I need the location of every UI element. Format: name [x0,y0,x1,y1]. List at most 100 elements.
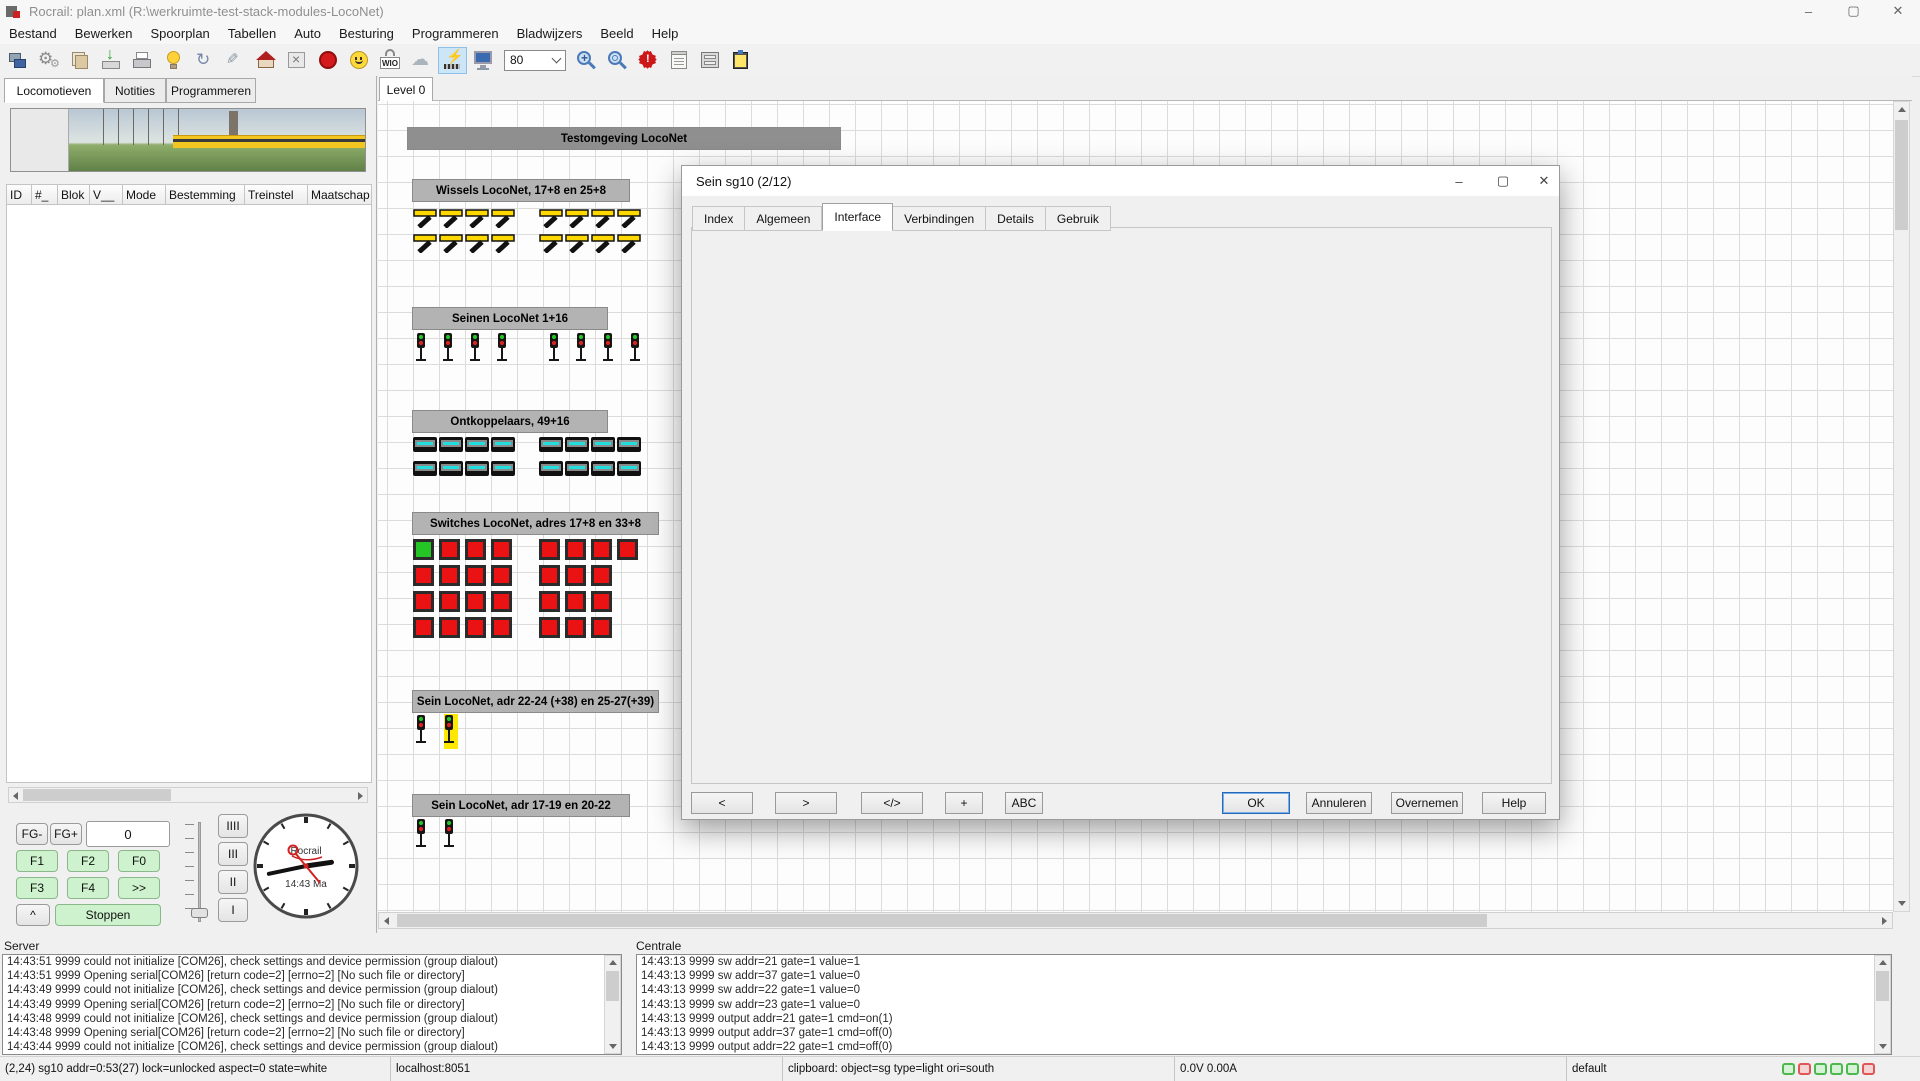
tab-programmeren[interactable]: Programmeren [166,78,256,103]
switch-output-button[interactable] [539,565,560,586]
switch-output-button[interactable] [413,539,434,560]
zoom-level-select[interactable]: 80 [504,50,566,71]
card-index-icon[interactable] [696,47,725,74]
switch-output-button[interactable] [591,591,612,612]
signal-symbol[interactable] [444,714,458,749]
signal-symbol[interactable] [443,332,457,367]
shift-functions-button[interactable]: >> [118,877,160,899]
turnout-symbol[interactable] [439,209,463,233]
workspace-icon[interactable] [4,47,33,74]
tab-index[interactable]: Index [692,206,745,231]
turnout-symbol[interactable] [617,234,641,258]
switch-output-button[interactable] [465,565,486,586]
menu-programmeren[interactable]: Programmeren [403,26,508,41]
decoupler-symbol[interactable] [465,437,489,452]
switch-output-button[interactable] [591,539,612,560]
close-button[interactable]: ✕ [1876,0,1920,22]
f2-button[interactable]: F2 [67,850,109,872]
decoupler-symbol[interactable] [465,461,489,476]
switch-output-button[interactable] [617,539,638,560]
turnout-symbol[interactable] [617,209,641,233]
loco-table-hscrollbar[interactable] [8,787,368,803]
switch-output-button[interactable] [465,591,486,612]
prev-button[interactable]: < [691,792,753,814]
col-bestemming[interactable]: Bestemming [166,184,245,205]
signal-symbol[interactable] [416,714,430,749]
menu-spoorplan[interactable]: Spoorplan [142,26,219,41]
edit-icon[interactable]: ✎ [221,47,250,74]
switch-output-button[interactable] [539,539,560,560]
menu-bestand[interactable]: Bestand [0,26,66,41]
fg-plus-button[interactable]: FG+ [50,823,82,845]
menu-bladwijzers[interactable]: Bladwijzers [508,26,592,41]
close-plan-icon[interactable]: × [283,47,312,74]
loco-table-body[interactable] [6,205,372,783]
menu-tabellen[interactable]: Tabellen [219,26,285,41]
abc-button[interactable]: ABC [1005,792,1043,814]
switch-output-button[interactable] [565,591,586,612]
switch-output-button[interactable] [413,617,434,638]
home-icon[interactable] [252,47,281,74]
turnout-symbol[interactable] [565,234,589,258]
decoupler-symbol[interactable] [617,437,641,452]
dialog-titlebar[interactable]: Sein sg10 (2/12) [682,166,1559,196]
signal-symbol[interactable] [630,332,644,367]
properties-icon[interactable]: ⚙⚙ [35,47,64,74]
switch-output-button[interactable] [491,617,512,638]
switch-output-button[interactable] [439,565,460,586]
tab-algemeen[interactable]: Algemeen [745,206,822,231]
switch-output-button[interactable] [591,617,612,638]
ok-button[interactable]: OK [1222,792,1290,814]
zoom-reset-icon[interactable] [603,47,632,74]
signal-symbol[interactable] [470,332,484,367]
col-treinstel[interactable]: Treinstel [245,184,308,205]
decoupler-symbol[interactable] [591,461,615,476]
col-num[interactable]: #_ [32,184,58,205]
col-mode[interactable]: Mode [123,184,166,205]
tab-details[interactable]: Details [986,206,1046,231]
signal-symbol[interactable] [603,332,617,367]
tab-gebruik[interactable]: Gebruik [1046,206,1111,231]
save-icon[interactable]: ↓ [97,47,126,74]
decoupler-symbol[interactable] [439,461,463,476]
turnout-symbol[interactable] [591,234,615,258]
switch-output-button[interactable] [565,539,586,560]
speed-step3-button[interactable]: III [218,842,248,866]
cancel-button[interactable]: Annuleren [1306,792,1372,814]
switch-output-button[interactable] [413,591,434,612]
menu-bewerken[interactable]: Bewerken [66,26,142,41]
decoupler-symbol[interactable] [539,437,563,452]
signal-symbol[interactable] [444,818,458,853]
menu-beeld[interactable]: Beeld [591,26,642,41]
menu-auto[interactable]: Auto [285,26,330,41]
switch-output-button[interactable] [491,539,512,560]
apply-button[interactable]: Overnemen [1391,792,1463,814]
decoupler-symbol[interactable] [565,437,589,452]
server-log[interactable]: 14:43:51 9999 could not initialize [COM2… [2,954,622,1055]
turnout-symbol[interactable] [565,209,589,233]
signal-symbol[interactable] [416,818,430,853]
decoupler-symbol[interactable] [413,437,437,452]
monitor-icon[interactable] [469,47,498,74]
decoupler-symbol[interactable] [617,461,641,476]
signal-symbol[interactable] [416,332,430,367]
dialog-maximize-button[interactable]: ▢ [1483,166,1523,196]
tab-locomotieven[interactable]: Locomotieven [4,78,104,103]
switch-output-button[interactable] [591,565,612,586]
turnout-symbol[interactable] [539,209,563,233]
decoupler-symbol[interactable] [565,461,589,476]
tab-verbindingen[interactable]: Verbindingen [893,206,986,231]
centrale-log[interactable]: 14:43:13 9999 sw addr=21 gate=1 value=1 … [636,954,1892,1055]
col-id[interactable]: ID [6,184,32,205]
menu-besturing[interactable]: Besturing [330,26,403,41]
speed-step2-button[interactable]: II [218,870,248,894]
decoupler-symbol[interactable] [539,461,563,476]
switch-output-button[interactable] [565,565,586,586]
canvas-hscrollbar[interactable] [378,912,1893,929]
col-blok[interactable]: Blok [58,184,90,205]
notes-icon[interactable] [727,47,756,74]
speed-step4-button[interactable]: IIII [218,814,248,838]
turnout-symbol[interactable] [539,234,563,258]
decoupler-symbol[interactable] [591,437,615,452]
switch-output-button[interactable] [413,565,434,586]
